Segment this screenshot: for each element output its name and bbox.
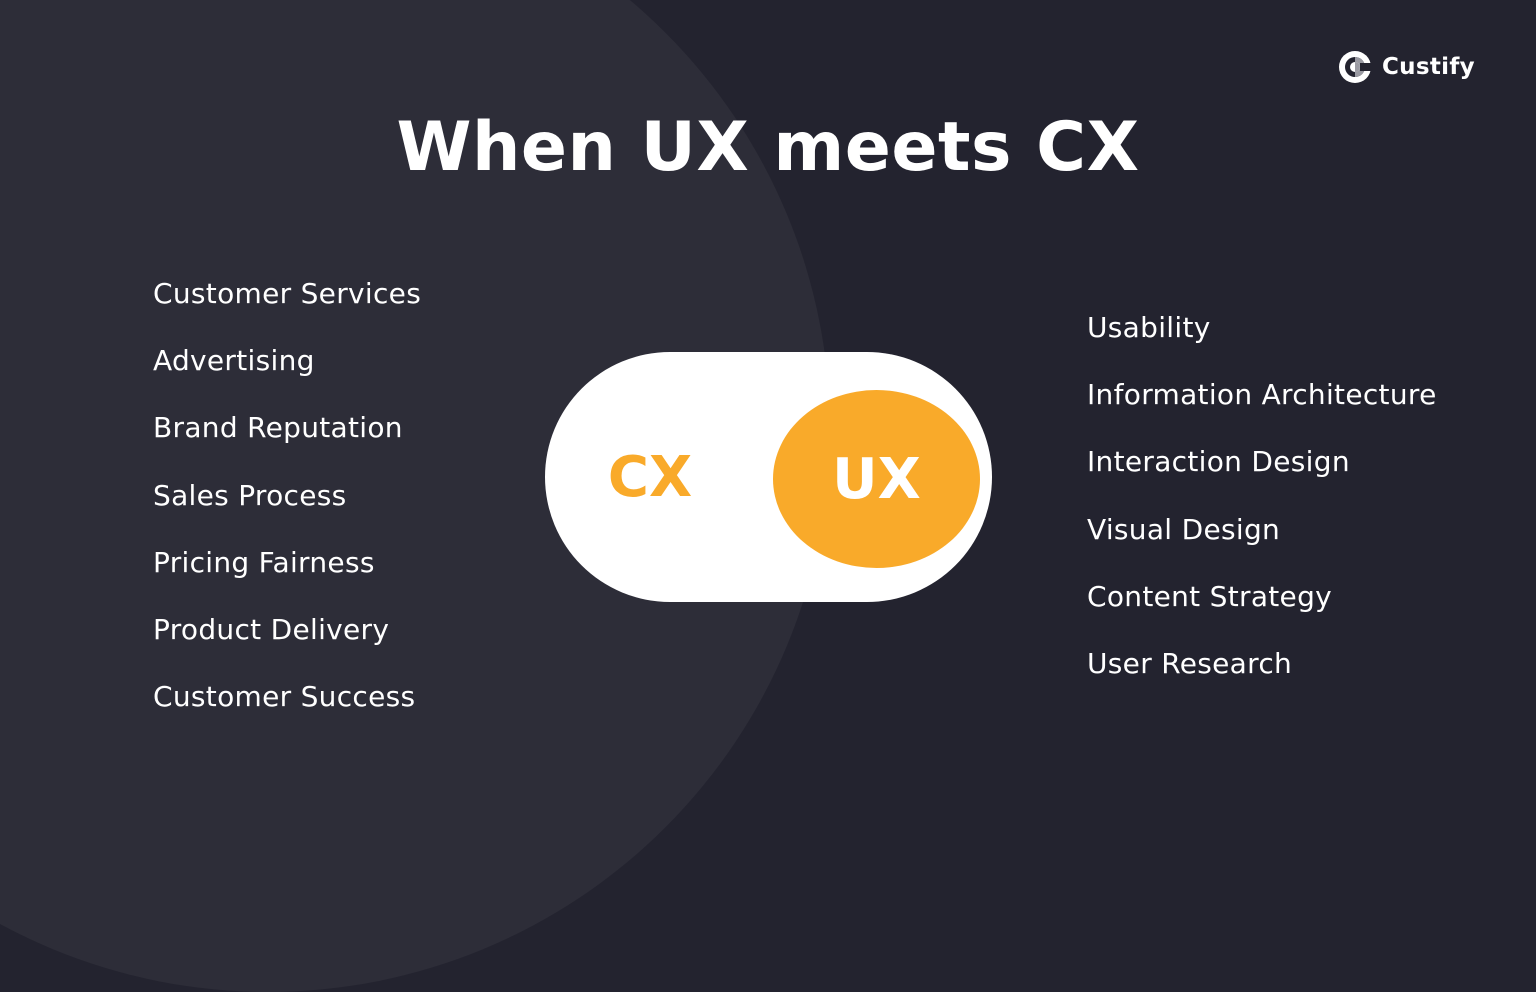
list-item: Pricing Fairness [153,545,375,579]
list-item: Visual Design [1087,512,1281,546]
toggle-knob[interactable]: UX [773,390,980,568]
list-item: Interaction Design [1087,445,1350,479]
list-item: Customer Services [153,277,422,310]
list-item: Brand Reputation [153,411,403,445]
list-item: Customer Success [153,680,416,714]
list-item: Product Delivery [153,612,390,646]
brand-logo: Custify [1338,50,1475,84]
list-item: Information Architecture [1087,378,1437,412]
cx-list: Customer Services Advertising Brand Repu… [153,260,421,730]
page-title: When UX meets CX [396,108,1140,187]
list-item: Usability [1087,311,1211,344]
cx-ux-toggle[interactable]: CX UX [545,352,992,602]
toggle-label-ux: UX [832,446,921,512]
custify-logo-icon [1339,51,1372,83]
ux-list: Usability Information Architecture Inter… [1087,294,1437,697]
list-item: User Research [1087,646,1293,680]
list-item: Content Strategy [1087,579,1333,613]
brand-name: Custify [1382,54,1475,80]
list-item: Sales Process [153,478,347,512]
toggle-label-cx: CX [607,444,693,510]
list-item: Advertising [153,344,315,378]
